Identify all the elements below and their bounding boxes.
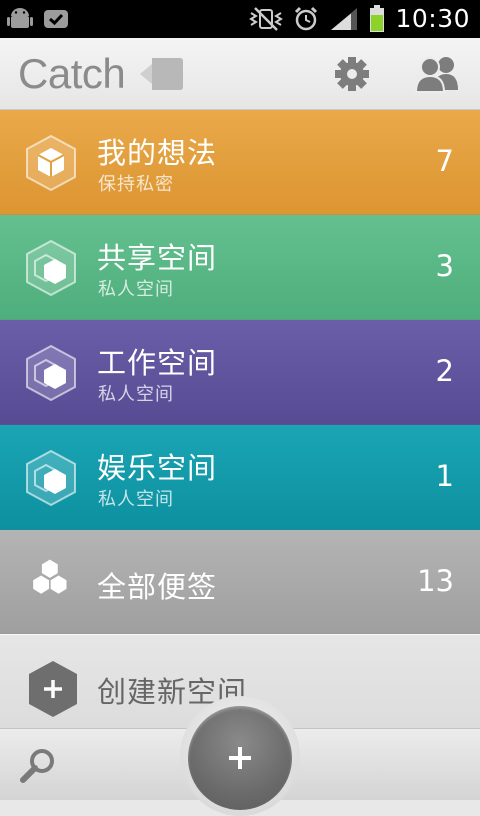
app-logo: Catch — [18, 50, 126, 97]
no-vibrate-icon — [249, 6, 284, 31]
alarm-icon — [295, 6, 318, 30]
battery-icon — [370, 4, 385, 32]
space-row-work[interactable]: 工作空间 私人空间 2 — [0, 320, 480, 425]
hex-cluster-icon — [33, 559, 67, 594]
all-notes-row[interactable]: 全部便签 13 — [0, 530, 480, 634]
search-icon[interactable] — [18, 745, 58, 785]
app-bar: Catch — [0, 38, 480, 110]
space-subtitle: 私人空间 — [98, 279, 174, 300]
space-subtitle: 私人空间 — [98, 384, 174, 405]
people-icon[interactable] — [410, 54, 466, 94]
space-row-shared[interactable]: 共享空间 私人空间 3 — [0, 215, 480, 320]
space-title: 我的想法 — [97, 136, 218, 170]
space-hex-icon — [26, 449, 76, 507]
space-count: 2 — [435, 354, 454, 388]
space-count: 3 — [435, 249, 454, 283]
all-notes-title: 全部便签 — [97, 570, 218, 604]
space-row-my-ideas[interactable]: 我的想法 保持私密 7 — [0, 110, 480, 215]
android-icon — [7, 8, 33, 28]
space-hex-icon — [26, 344, 76, 402]
add-note-button[interactable] — [180, 696, 300, 816]
add-note-button-face — [188, 706, 292, 810]
clock: 10:30 — [395, 4, 470, 33]
status-bar: 10:30 — [0, 0, 480, 38]
space-subtitle: 保持私密 — [98, 174, 174, 195]
space-list: 我的想法 保持私密 7 共享空间 私人空间 3 工作空间 私人空间 2 娱乐空间… — [0, 110, 480, 634]
space-count: 1 — [435, 459, 454, 493]
check-badge-icon — [44, 10, 68, 28]
space-subtitle: 私人空间 — [98, 489, 174, 510]
space-title: 共享空间 — [97, 241, 218, 275]
add-icon — [188, 706, 292, 810]
space-title: 娱乐空间 — [97, 451, 218, 485]
signal-icon — [331, 7, 358, 30]
space-title: 工作空间 — [97, 346, 218, 380]
all-notes-count: 13 — [417, 564, 454, 598]
add-hex-icon — [29, 661, 77, 717]
settings-icon[interactable] — [330, 54, 374, 94]
logo-mark-icon — [140, 58, 183, 90]
private-hex-icon — [26, 134, 76, 192]
space-count: 7 — [435, 144, 454, 178]
space-row-entertainment[interactable]: 娱乐空间 私人空间 1 — [0, 425, 480, 530]
space-hex-icon — [26, 239, 76, 297]
